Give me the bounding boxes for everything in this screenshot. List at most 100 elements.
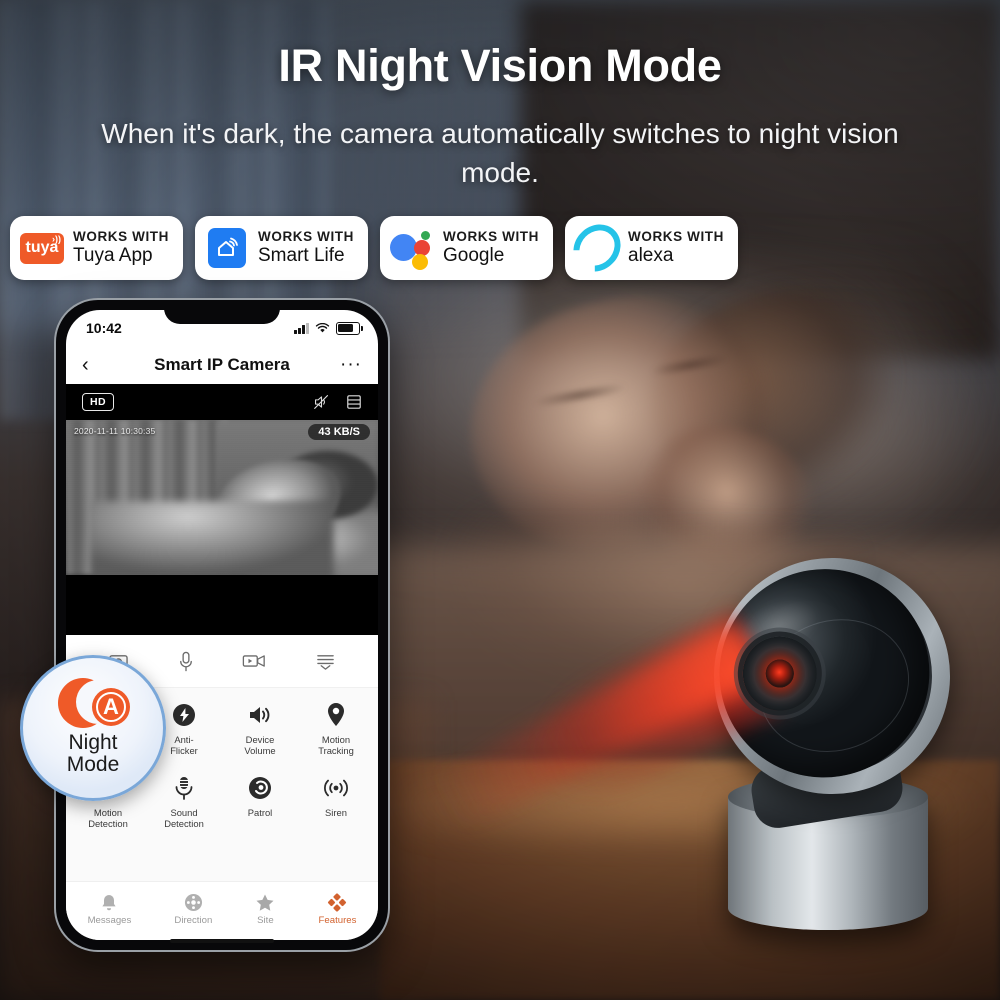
quality-badge[interactable]: HD xyxy=(82,393,114,411)
patrol-disc-icon xyxy=(247,775,273,801)
playback-list-icon[interactable] xyxy=(315,652,336,671)
multi-screen-icon[interactable] xyxy=(346,394,362,410)
feature-label-line1: Sound xyxy=(170,806,198,818)
feature-label: Sound Detection xyxy=(164,807,204,830)
video-toolbar: HD xyxy=(66,384,378,420)
feature-patrol[interactable]: Patrol xyxy=(222,771,298,830)
bottom-tab-bar: Messages Direction Site Features xyxy=(66,881,378,940)
ip-camera-device xyxy=(391,539,969,940)
works-with-badge-row: tuya ›)) WORKS WITH Tuya App WORKS WITH … xyxy=(10,214,738,282)
tuya-mark: tuya ›)) xyxy=(20,232,64,264)
badge-tuya: tuya ›)) WORKS WITH Tuya App xyxy=(10,216,183,280)
more-horizontal-icon[interactable]: ··· xyxy=(340,354,362,376)
night-mode-line2: Mode xyxy=(66,753,120,776)
feature-siren[interactable]: Siren xyxy=(298,771,374,830)
phone-notch xyxy=(164,300,280,324)
google-green-dot xyxy=(421,231,430,240)
tab-site[interactable]: Site xyxy=(255,893,275,926)
tab-label: Direction xyxy=(174,914,213,926)
badge-works-with-label: WORKS WITH xyxy=(73,228,169,244)
live-video-feed[interactable]: 2020-11-11 10:30:35 43 KB/S xyxy=(66,420,378,575)
google-assistant-dots-icon xyxy=(390,228,434,270)
ir-led-core xyxy=(761,655,798,692)
bell-icon xyxy=(100,893,118,912)
feature-label-line1: Motion xyxy=(321,734,351,745)
tab-direction[interactable]: Direction xyxy=(174,893,212,926)
home-wifi-icon xyxy=(218,237,238,256)
dpad-icon xyxy=(184,893,203,912)
battery-icon xyxy=(336,321,363,335)
bolt-icon xyxy=(171,702,197,728)
feature-label: Device Volume xyxy=(244,734,275,757)
badge-alexa: WORKS WITH alexa xyxy=(563,214,738,282)
night-vision-scene xyxy=(66,420,378,575)
feature-label-line2: Detection xyxy=(164,818,204,830)
tab-label: Features xyxy=(318,914,357,926)
diamond-grid-icon xyxy=(327,892,347,912)
video-timestamp: 2020-11-11 10:30:35 xyxy=(74,426,156,436)
speaker-muted-icon[interactable] xyxy=(313,394,330,410)
video-bitrate-badge: 43 KB/S xyxy=(308,424,370,440)
camera-head xyxy=(391,539,959,880)
status-time: 10:42 xyxy=(86,320,122,336)
tuya-logo: tuya ›)) xyxy=(20,228,64,268)
alexa-ring xyxy=(563,214,631,282)
tab-messages[interactable]: Messages xyxy=(87,893,132,926)
video-record-icon[interactable] xyxy=(242,652,266,670)
chevron-left-icon[interactable]: ‹ xyxy=(82,355,104,375)
promo-image: IR Night Vision Mode When it's dark, the… xyxy=(0,0,1000,1000)
badge-works-with-label: WORKS WITH xyxy=(443,228,539,244)
app-nav-bar: ‹ Smart IP Camera ··· xyxy=(66,346,378,384)
wifi-icon xyxy=(315,322,330,332)
page-subtitle: When it's dark, the camera automatically… xyxy=(101,118,899,188)
feature-label-line1: Anti- xyxy=(174,734,194,745)
badge-brand-name: alexa xyxy=(628,245,674,267)
video-toolbar-right xyxy=(313,394,362,410)
camera-mount-ring xyxy=(391,539,969,880)
feature-label-line1: Patrol xyxy=(247,806,273,818)
auto-letter: A xyxy=(96,691,126,722)
badge-works-with-label: WORKS WITH xyxy=(258,228,354,244)
feature-label: Motion Tracking xyxy=(318,734,354,757)
studio-microphone-icon xyxy=(171,775,197,801)
night-mode-line1: Night xyxy=(68,730,118,754)
badge-alexa-text: WORKS WITH alexa xyxy=(628,228,724,267)
feature-label-line1: Siren xyxy=(325,806,347,818)
feed-noise xyxy=(66,420,378,575)
feature-motion-tracking[interactable]: Motion Tracking xyxy=(298,698,374,757)
smart-life-mark xyxy=(208,228,246,268)
night-mode-auto-moon-icon: A xyxy=(56,677,130,730)
tab-label: Messages xyxy=(87,914,132,926)
phone-mockup: 10:42 ‹ Smart IP Camera ··· HD 2020-11-1… xyxy=(56,300,388,950)
badge-brand-name: Smart Life xyxy=(258,245,345,267)
feature-sound-detection[interactable]: Sound Detection xyxy=(146,771,222,830)
star-icon xyxy=(255,893,275,912)
badge-works-with-label: WORKS WITH xyxy=(628,228,724,244)
phone-screen: 10:42 ‹ Smart IP Camera ··· HD 2020-11-1… xyxy=(66,310,378,940)
night-mode-badge: A Night Mode xyxy=(20,655,166,801)
home-indicator[interactable] xyxy=(170,938,274,943)
feature-device-volume[interactable]: Device Volume xyxy=(222,698,298,757)
badge-brand-name: Google xyxy=(443,245,505,267)
google-yellow-dot xyxy=(412,254,428,270)
page-title: IR Night Vision Mode xyxy=(278,40,722,91)
feature-label-line2: Detection xyxy=(88,818,128,830)
badge-brand-name: Tuya App xyxy=(73,245,153,267)
location-pin-icon xyxy=(323,702,349,728)
microphone-icon[interactable] xyxy=(178,651,194,672)
badge-smart-life-text: WORKS WITH Smart Life xyxy=(258,228,354,267)
badge-smart-life: WORKS WITH Smart Life xyxy=(195,216,368,280)
feature-label: Patrol xyxy=(248,807,273,818)
page-title: Smart IP Camera xyxy=(154,355,290,374)
badge-tuya-text: WORKS WITH Tuya App xyxy=(73,228,169,267)
video-letterbox xyxy=(66,575,378,635)
feature-label-line1: Device xyxy=(245,734,275,745)
feature-label: Motion Detection xyxy=(88,807,128,830)
feature-label-line2: Tracking xyxy=(318,745,354,757)
cellular-signal-icon xyxy=(294,322,309,334)
tab-features[interactable]: Features xyxy=(318,892,357,926)
alexa-ring-icon xyxy=(563,214,631,282)
feature-label: Anti- Flicker xyxy=(170,734,198,757)
tab-label: Site xyxy=(257,914,274,926)
badge-google-text: WORKS WITH Google xyxy=(443,228,539,267)
